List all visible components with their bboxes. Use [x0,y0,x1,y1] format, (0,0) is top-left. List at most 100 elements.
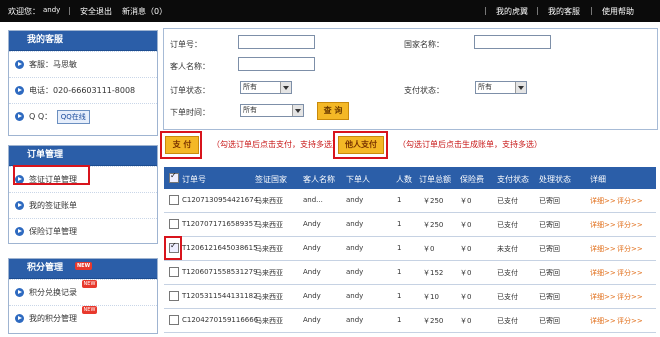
arrow-bullet-icon [15,314,24,323]
cell-pay: 已支付 [497,269,518,277]
qq-online-button[interactable]: QQ在线 [56,109,90,124]
detail-link[interactable]: 详细>> [590,292,616,302]
logout-link[interactable]: 安全退出 [80,6,112,17]
order-no-input[interactable] [238,35,315,49]
col-agent: 下单人 [346,175,370,184]
cell-country: 马来西亚 [255,197,283,205]
qq-label: Q Q： [29,112,53,121]
topbar-link-help[interactable]: 使用帮助 [602,6,634,17]
cell-total: ￥250 [423,317,444,325]
cell-order: C1207130954421674 [182,196,259,204]
cell-total: ￥10 [423,293,439,301]
cell-total: ￥0 [423,245,435,253]
sidebar-item-insurance-orders[interactable]: 保险订单管理 [9,218,157,244]
service-phone: 电话：020-66603111-8008 [29,86,136,95]
username: andy [43,6,61,14]
col-country: 签证国家 [255,175,287,184]
arrow-bullet-icon [15,201,24,210]
service-panel-title: 我的客服 [9,31,157,51]
sidebar-item-label: 保险订单管理 [29,227,77,236]
col-insurance: 保险费 [460,175,484,184]
order-status-value: 所有 [243,83,257,91]
cell-total: ￥250 [423,197,444,205]
pay-status-select[interactable]: 所有 [475,81,527,94]
cell-count: 1 [397,244,402,252]
service-qq-row: Q Q： QQ在线 [9,103,157,129]
review-link[interactable]: 评分>> [617,268,643,278]
row-checkbox[interactable] [169,219,179,229]
pay-hint: （勾选订单后点击支付，支持多选） [212,140,340,149]
row-checkbox[interactable] [169,267,179,277]
cell-insurance: ￥0 [460,221,472,229]
pay-status-label: 支付状态： [404,86,444,95]
detail-link[interactable]: 详细>> [590,268,616,278]
table-row: C1204270159116666 马来西亚 Andy andy 1 ￥250 ￥0 已支付 已… [164,309,656,333]
time-select[interactable]: 所有 [240,104,304,117]
review-link[interactable]: 评分>> [617,292,643,302]
cell-agent: andy [346,244,364,252]
query-button[interactable]: 查 询 [317,102,349,120]
country-input[interactable] [474,35,551,49]
topbar-link-huyi[interactable]: 我的虎翼 [496,6,528,17]
messages-link[interactable]: 新消息（0） [122,6,167,17]
table-row: T1206071558531279 马来西亚 Andy andy 1 ￥152 ￥0 已支付 已… [164,261,656,285]
orders-panel: 订单管理 签证订单管理 我的签证账单 保险订单管理 [8,145,158,244]
service-name-row: 客服：马思敏 [9,51,157,77]
cell-count: 1 [397,292,402,300]
arrow-bullet-icon [15,288,24,297]
topbar-link-service[interactable]: 我的客服 [548,6,580,17]
new-badge: NEW [81,280,98,288]
cell-order: T1205311544131182 [182,292,258,300]
cell-insurance: ￥0 [460,293,472,301]
cell-total: ￥250 [423,221,444,229]
col-order-no: 订单号 [182,175,206,184]
service-name: 客服：马思敏 [29,60,77,69]
time-value: 所有 [243,106,257,114]
personal-pay-button[interactable]: 他人支付 [338,136,384,154]
country-label: 国家名称： [404,40,444,49]
cell-country: 马来西亚 [255,221,283,229]
select-all-checkbox[interactable] [169,171,179,183]
review-link[interactable]: 评分>> [617,244,643,254]
cell-country: 马来西亚 [255,269,283,277]
cell-order: T1206121645038615 [182,244,258,252]
sidebar-item-visa-bills[interactable]: 我的签证账单 [9,192,157,218]
orders-table: 订单号 签证国家 客人名称 下单人 人数 订单总额 保险费 支付状态 处理状态 … [164,167,656,333]
col-pay-status: 支付状态 [497,175,529,184]
detail-link[interactable]: 详细>> [590,196,616,206]
sidebar-item-label: 我的签证账单 [29,201,77,210]
arrow-bullet-icon [15,112,24,121]
welcome-text: 欢迎您： [8,7,40,16]
review-link[interactable]: 评分>> [617,316,643,326]
cell-country: 马来西亚 [255,293,283,301]
cell-process: 已寄回 [539,197,560,205]
sidebar-item-my-points[interactable]: 我的积分管理 NEW [9,305,157,331]
cell-agent: andy [346,220,364,228]
review-link[interactable]: 评分>> [617,220,643,230]
cell-pay: 已支付 [497,197,518,205]
cell-process: 已寄回 [539,245,560,253]
cell-customer: Andy [303,268,321,276]
detail-link[interactable]: 详细>> [590,316,616,326]
time-label: 下单时间： [170,108,210,117]
cell-process: 已寄回 [539,221,560,229]
search-form: 订单号： 国家名称： 客人名称： 订单状态： 所有 支付状态： 所有 下单时间：… [163,28,658,130]
row-checkbox[interactable] [169,315,179,325]
row-checkbox[interactable] [169,291,179,301]
cell-pay: 已支付 [497,221,518,229]
pay-button[interactable]: 支 付 [165,136,199,154]
customer-input[interactable] [238,57,315,71]
cell-insurance: ￥0 [460,197,472,205]
chevron-down-icon [292,105,303,116]
highlight-box [13,165,90,185]
detail-link[interactable]: 详细>> [590,220,616,230]
sidebar-item-points-exchange[interactable]: 积分兑换记录 NEW [9,279,157,305]
col-process-status: 处理状态 [539,175,571,184]
row-checkbox[interactable] [169,195,179,205]
order-status-select[interactable]: 所有 [240,81,292,94]
chevron-down-icon [280,82,291,93]
cell-process: 已寄回 [539,317,560,325]
orders-panel-title: 订单管理 [9,146,157,166]
detail-link[interactable]: 详细>> [590,244,616,254]
review-link[interactable]: 评分>> [617,196,643,206]
